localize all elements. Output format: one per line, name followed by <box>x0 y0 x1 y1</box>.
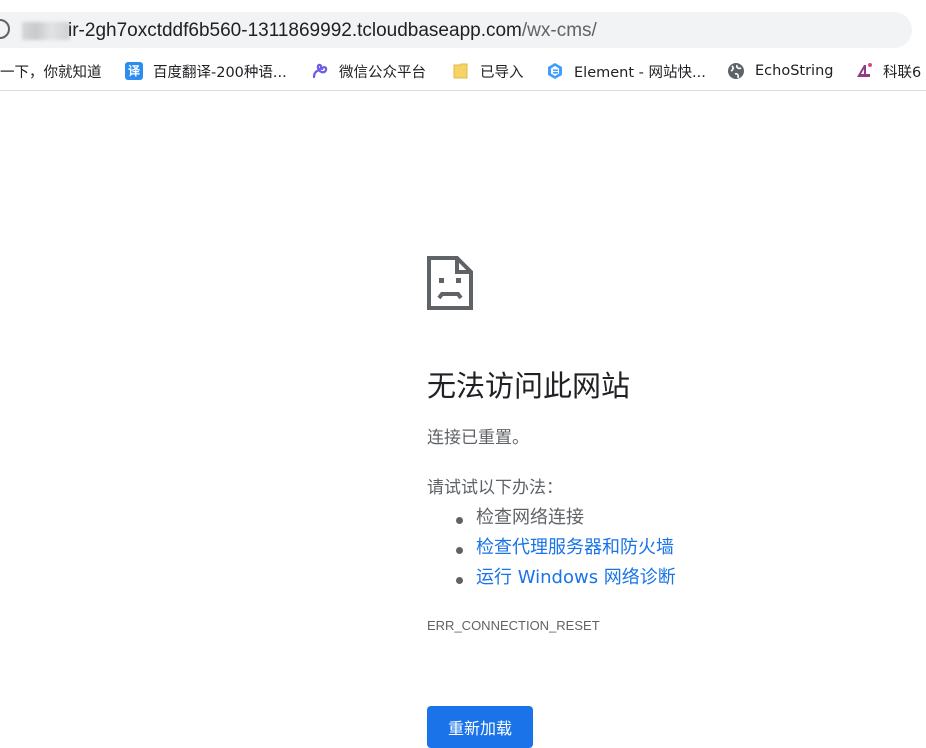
url-text[interactable]: ir-2gh7oxctddf6b560-1311869992.tcloudbas… <box>68 20 597 42</box>
globe-icon <box>727 62 745 80</box>
tab-strip-edge <box>0 0 926 8</box>
folder-icon <box>452 62 470 80</box>
bookmark-element[interactable]: Element - 网站快... <box>546 60 706 82</box>
error-title: 无法访问此网站 <box>427 369 631 403</box>
bookmarks-bar: 一下，你就知道 译 百度翻译-200种语... 微信公众平台 已导入 Eleme… <box>0 52 926 91</box>
site-info-icon[interactable] <box>0 19 10 39</box>
bookmark-label: EchoString <box>755 63 834 79</box>
url-host: ir-2gh7oxctddf6b560-1311869992.tcloudbas… <box>68 20 522 41</box>
suggestion-check-network: 检查网络连接 <box>456 505 676 535</box>
kelian-icon <box>855 62 873 80</box>
bookmark-folder-imported[interactable]: 已导入 <box>452 60 524 82</box>
bookmark-label: 已导入 <box>480 64 524 81</box>
suggestion-check-proxy-link[interactable]: 检查代理服务器和防火墙 <box>456 535 676 565</box>
wechat-mp-icon <box>311 62 329 80</box>
bookmark-baidu-translate[interactable]: 译 百度翻译-200种语... <box>125 60 287 82</box>
bookmark-echostring[interactable]: EchoString <box>727 60 833 82</box>
url-path: /wx-cms/ <box>521 20 597 41</box>
bookmark-label: 百度翻译-200种语... <box>153 64 287 81</box>
bookmark-label: 微信公众平台 <box>339 64 426 81</box>
address-bar[interactable]: ir-2gh7oxctddf6b560-1311869992.tcloudbas… <box>0 12 912 48</box>
sad-page-icon <box>427 256 473 310</box>
error-code: ERR_CONNECTION_RESET <box>427 618 600 633</box>
bookmark-label: 一下，你就知道 <box>0 64 102 81</box>
bookmark-label: Element - 网站快... <box>574 64 706 81</box>
suggestions-list: 检查网络连接 检查代理服务器和防火墙 运行 Windows 网络诊断 <box>456 505 676 595</box>
suggestions-heading: 请试试以下办法： <box>427 478 563 498</box>
suggestion-run-diagnostics-link[interactable]: 运行 Windows 网络诊断 <box>456 565 676 595</box>
bookmark-kelian[interactable]: 科联6 <box>855 60 921 82</box>
blurred-host-prefix <box>22 22 70 40</box>
reload-button[interactable]: 重新加载 <box>427 706 533 748</box>
element-icon <box>546 62 564 80</box>
bookmark-wechat-mp[interactable]: 微信公众平台 <box>311 60 426 82</box>
translate-icon: 译 <box>125 62 143 80</box>
bookmark-baidu[interactable]: 一下，你就知道 <box>0 60 102 82</box>
error-subtitle: 连接已重置。 <box>427 428 529 448</box>
bookmark-label: 科联6 <box>883 64 922 81</box>
